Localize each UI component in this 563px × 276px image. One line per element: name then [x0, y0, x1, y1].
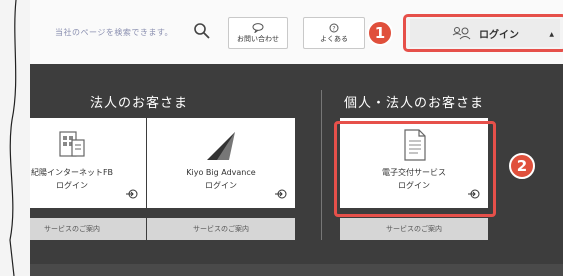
e-delivery-highlight [334, 121, 496, 217]
big-advance-service-info-button[interactable]: サービスのご案内 [147, 218, 295, 240]
faq-button[interactable]: ? よくある [303, 17, 365, 49]
site-header: 当社のページを検索できます。 お問い合わせ ? よくある ログイン ▲ [10, 0, 563, 65]
big-advance-logo-icon [207, 132, 235, 160]
e-delivery-service-info-button[interactable]: サービスのご案内 [340, 218, 488, 240]
login-highlight: ログイン ▲ [403, 14, 563, 52]
login-button[interactable]: ログイン ▲ [410, 19, 560, 47]
step-badge-2: 2 [509, 153, 535, 179]
search-input[interactable]: 当社のページを検索できます。 [55, 27, 173, 38]
search-icon[interactable] [193, 22, 211, 40]
building-document-icon [59, 131, 85, 157]
search-box[interactable]: 当社のページを検索できます。 [55, 18, 225, 46]
login-label: ログイン [479, 29, 519, 41]
login-arrow-icon [126, 189, 138, 199]
panel-footer-strip [14, 264, 563, 276]
contact-button[interactable]: お問い合わせ [228, 17, 288, 49]
big-advance-sub: ログイン [205, 181, 237, 190]
big-advance-title: Kiyo Big Advance [186, 168, 256, 177]
screenshot-frame: 当社のページを検索できます。 お問い合わせ ? よくある ログイン ▲ 1 法人… [0, 0, 563, 276]
faq-label: よくある [320, 34, 348, 43]
login-arrow-icon [275, 189, 287, 199]
corporate-section-title: 法人のお客さま [90, 96, 189, 111]
step-badge-1: 1 [367, 20, 393, 46]
big-advance-login-name: Kiyo Big Advance ログイン [147, 166, 295, 192]
personal-section-title: 個人・法人のお客さま [344, 96, 485, 111]
chat-bubble-icon [252, 22, 264, 33]
contact-label: お問い合わせ [237, 34, 279, 43]
big-advance-login-card[interactable]: Kiyo Big Advance ログイン [147, 118, 295, 208]
login-user-icon [452, 27, 471, 40]
torn-edge [0, 0, 30, 276]
caret-up-icon: ▲ [549, 31, 554, 38]
svg-text:?: ? [332, 25, 335, 32]
section-divider [321, 90, 322, 240]
faq-icon: ? [329, 23, 339, 32]
